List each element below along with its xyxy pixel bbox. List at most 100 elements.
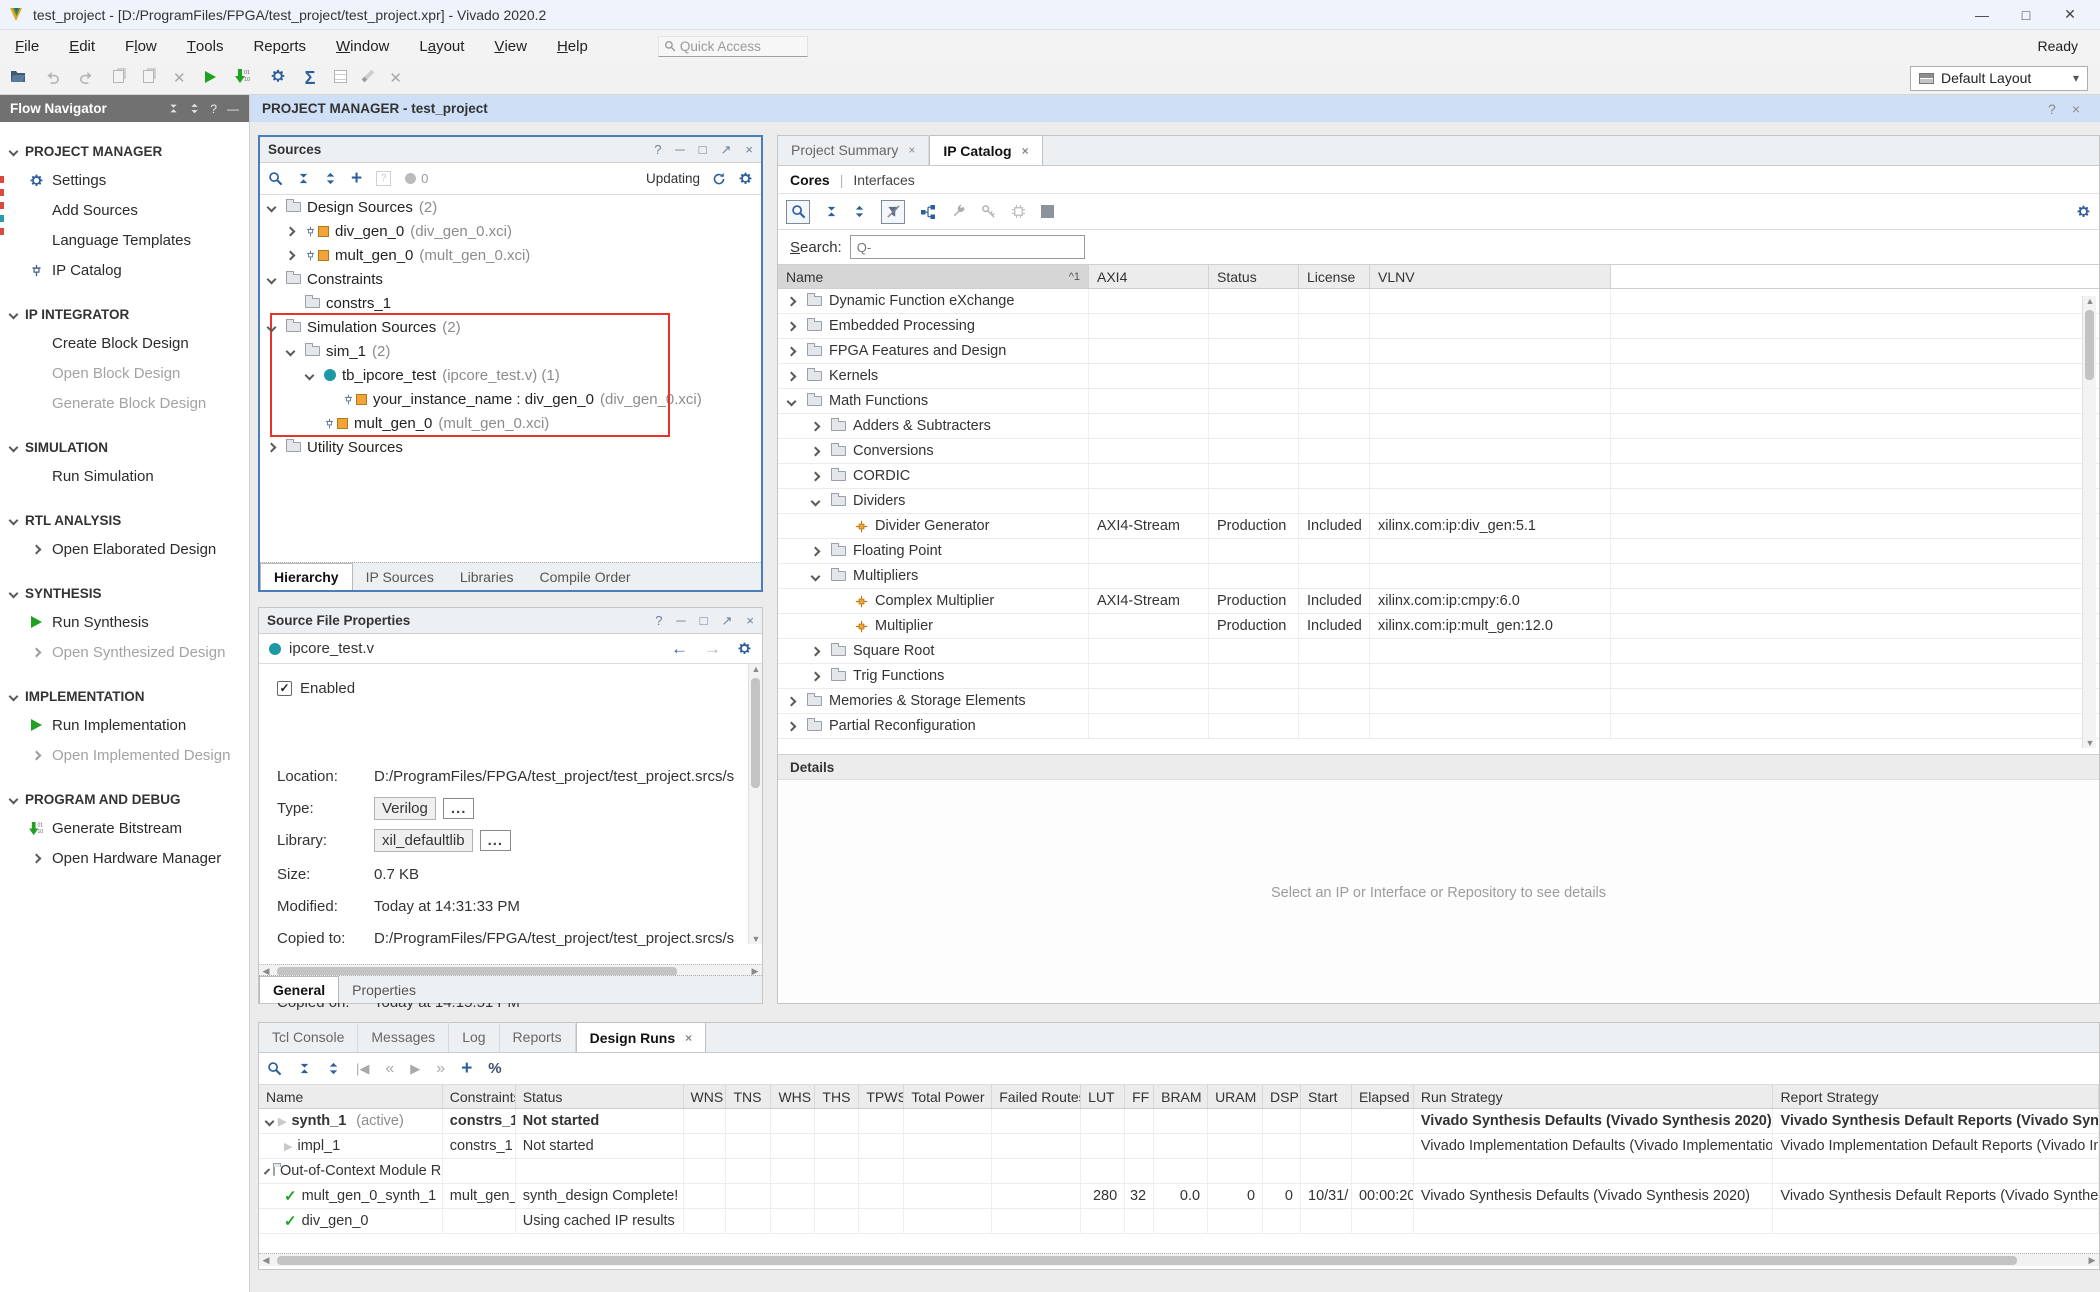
chevron-right-icon[interactable] bbox=[811, 446, 821, 456]
column-header-elapsed[interactable]: Elapsed bbox=[1352, 1085, 1414, 1108]
minimize-icon[interactable]: ─ bbox=[675, 142, 684, 158]
toolbar-button-report-sigma[interactable]: Σ bbox=[305, 69, 316, 88]
close-icon[interactable]: × bbox=[1022, 144, 1029, 158]
flow-item-ip-catalog[interactable]: IP Catalog bbox=[0, 255, 249, 285]
flow-item-create-block-design[interactable]: Create Block Design bbox=[0, 328, 249, 358]
tab-properties[interactable]: Properties bbox=[339, 977, 429, 1003]
menu-window[interactable]: Window bbox=[321, 30, 404, 62]
column-header-tns[interactable]: TNS bbox=[726, 1085, 771, 1108]
flow-item-generate-bitstream[interactable]: 0110Generate Bitstream bbox=[0, 813, 249, 843]
flow-section-header[interactable]: PROJECT MANAGER bbox=[0, 138, 249, 165]
column-header-total_power[interactable]: Total Power bbox=[904, 1085, 992, 1108]
toolbar-button-settings[interactable] bbox=[270, 68, 286, 88]
minimize-icon[interactable]: — bbox=[227, 102, 239, 116]
close-button[interactable]: ✕ bbox=[2048, 1, 2092, 29]
ip-table-row[interactable]: Adders & Subtracters bbox=[778, 414, 2099, 439]
chevron-right-icon[interactable] bbox=[31, 853, 41, 863]
flow-item-language-templates[interactable]: Language Templates bbox=[0, 225, 249, 255]
tab-general[interactable]: General bbox=[259, 976, 339, 1003]
chevron-down-icon[interactable] bbox=[811, 571, 821, 581]
chevron-right-icon[interactable] bbox=[811, 421, 821, 431]
chevron-down-icon[interactable] bbox=[9, 443, 19, 453]
minimize-button[interactable]: — bbox=[1960, 1, 2004, 29]
chevron-down-icon[interactable] bbox=[305, 370, 315, 380]
ip-catalog-vertical-scrollbar[interactable]: ▲ ▼ bbox=[2082, 296, 2096, 748]
ip-table-row[interactable]: Divider GeneratorAXI4-StreamProductionIn… bbox=[778, 514, 2099, 539]
chevron-right-icon[interactable] bbox=[31, 544, 41, 554]
tab-ip-sources[interactable]: IP Sources bbox=[353, 564, 447, 590]
chevron-down-icon[interactable] bbox=[9, 795, 19, 805]
chevron-down-icon[interactable] bbox=[9, 310, 19, 320]
menu-view[interactable]: View bbox=[479, 30, 542, 62]
chevron-down-icon[interactable] bbox=[265, 1116, 275, 1126]
refresh-icon[interactable] bbox=[712, 172, 726, 186]
column-header-run_strategy[interactable]: Run Strategy bbox=[1414, 1085, 1774, 1108]
chevron-right-icon[interactable] bbox=[286, 226, 296, 236]
tab-hierarchy[interactable]: Hierarchy bbox=[260, 563, 353, 590]
tab-messages[interactable]: Messages bbox=[358, 1022, 449, 1052]
runs-horizontal-scrollbar[interactable]: ◀▶ bbox=[259, 1253, 2099, 1266]
column-header-uram[interactable]: URAM bbox=[1208, 1085, 1263, 1108]
chevron-down-icon[interactable] bbox=[267, 202, 277, 212]
run-row[interactable]: ✓mult_gen_0_synth_1mult_gen_0synth_desig… bbox=[259, 1184, 2099, 1209]
ip-table-row[interactable]: Partial Reconfiguration bbox=[778, 714, 2099, 739]
menu-help[interactable]: Help bbox=[542, 30, 603, 62]
toolbar-button-run[interactable] bbox=[205, 70, 216, 87]
chevron-down-icon[interactable] bbox=[267, 274, 277, 284]
flow-item-settings[interactable]: Settings bbox=[0, 165, 249, 195]
float-icon[interactable]: ↗ bbox=[721, 142, 732, 158]
menu-edit[interactable]: Edit bbox=[54, 30, 110, 62]
tree-row[interactable]: div_gen_0(div_gen_0.xci) bbox=[260, 219, 761, 243]
column-header-start[interactable]: Start bbox=[1301, 1085, 1352, 1108]
ip-search-input[interactable] bbox=[850, 235, 1085, 259]
tree-row[interactable]: Simulation Sources(2) bbox=[260, 315, 761, 339]
add-sources-icon[interactable]: + bbox=[351, 168, 362, 190]
flow-item-open-elaborated-design[interactable]: Open Elaborated Design bbox=[0, 534, 249, 564]
tab-project-summary[interactable]: Project Summary× bbox=[778, 135, 929, 165]
close-icon[interactable]: × bbox=[745, 142, 753, 158]
expand-all-icon[interactable] bbox=[327, 1062, 340, 1075]
column-header-report_strategy[interactable]: Report Strategy bbox=[1773, 1085, 2099, 1108]
tab-ip-catalog[interactable]: IP Catalog× bbox=[929, 135, 1042, 165]
close-icon[interactable]: × bbox=[685, 1031, 692, 1045]
column-header-status[interactable]: Status bbox=[1209, 265, 1299, 288]
run-row[interactable]: ✓div_gen_0Using cached IP results bbox=[259, 1209, 2099, 1234]
close-icon[interactable]: × bbox=[2072, 101, 2080, 117]
column-header-name[interactable]: Name^1 bbox=[778, 265, 1089, 288]
chevron-down-icon[interactable] bbox=[811, 496, 821, 506]
close-icon[interactable]: × bbox=[908, 143, 915, 157]
chevron-down-icon[interactable] bbox=[9, 692, 19, 702]
ip-table-row[interactable]: Trig Functions bbox=[778, 664, 2099, 689]
column-header-vlnv[interactable]: VLNV bbox=[1370, 265, 1611, 288]
tab-cores[interactable]: Cores bbox=[790, 172, 830, 188]
collapse-all-icon[interactable] bbox=[297, 172, 310, 185]
flow-section-header[interactable]: IMPLEMENTATION bbox=[0, 683, 249, 710]
minimize-icon[interactable]: ─ bbox=[676, 613, 685, 629]
tree-row[interactable]: your_instance_name : div_gen_0(div_gen_0… bbox=[260, 387, 761, 411]
column-header-dsp[interactable]: DSP bbox=[1263, 1085, 1301, 1108]
expand-all-icon[interactable] bbox=[189, 103, 200, 114]
column-header-license[interactable]: License bbox=[1299, 265, 1370, 288]
maximize-icon[interactable]: □ bbox=[699, 142, 707, 158]
column-header-constraints[interactable]: Constraints bbox=[443, 1085, 516, 1108]
tab-compile-order[interactable]: Compile Order bbox=[527, 564, 644, 590]
ip-table-row[interactable]: Dynamic Function eXchange bbox=[778, 289, 2099, 314]
property-value-box[interactable]: Verilog bbox=[374, 797, 436, 820]
tree-row[interactable]: mult_gen_0(mult_gen_0.xci) bbox=[260, 243, 761, 267]
tree-row[interactable]: mult_gen_0(mult_gen_0.xci) bbox=[260, 411, 761, 435]
flow-item-run-synthesis[interactable]: Run Synthesis bbox=[0, 607, 249, 637]
tab-libraries[interactable]: Libraries bbox=[447, 564, 527, 590]
create-run-icon[interactable]: + bbox=[461, 1058, 472, 1080]
gear-icon[interactable] bbox=[2076, 204, 2091, 219]
ellipsis-button[interactable]: ... bbox=[480, 830, 512, 851]
filter-icon[interactable] bbox=[881, 200, 905, 224]
toolbar-button-open-project[interactable] bbox=[10, 68, 26, 88]
flow-section-header[interactable]: SYNTHESIS bbox=[0, 580, 249, 607]
forward-icon[interactable]: → bbox=[704, 639, 721, 659]
ip-table-row[interactable]: Kernels bbox=[778, 364, 2099, 389]
quick-access-input[interactable]: Quick Access bbox=[658, 36, 808, 57]
float-icon[interactable]: ↗ bbox=[722, 613, 733, 629]
maximize-button[interactable]: □ bbox=[2004, 1, 2048, 29]
gear-icon[interactable] bbox=[738, 171, 753, 186]
column-header-tpws[interactable]: TPWS bbox=[859, 1085, 904, 1108]
